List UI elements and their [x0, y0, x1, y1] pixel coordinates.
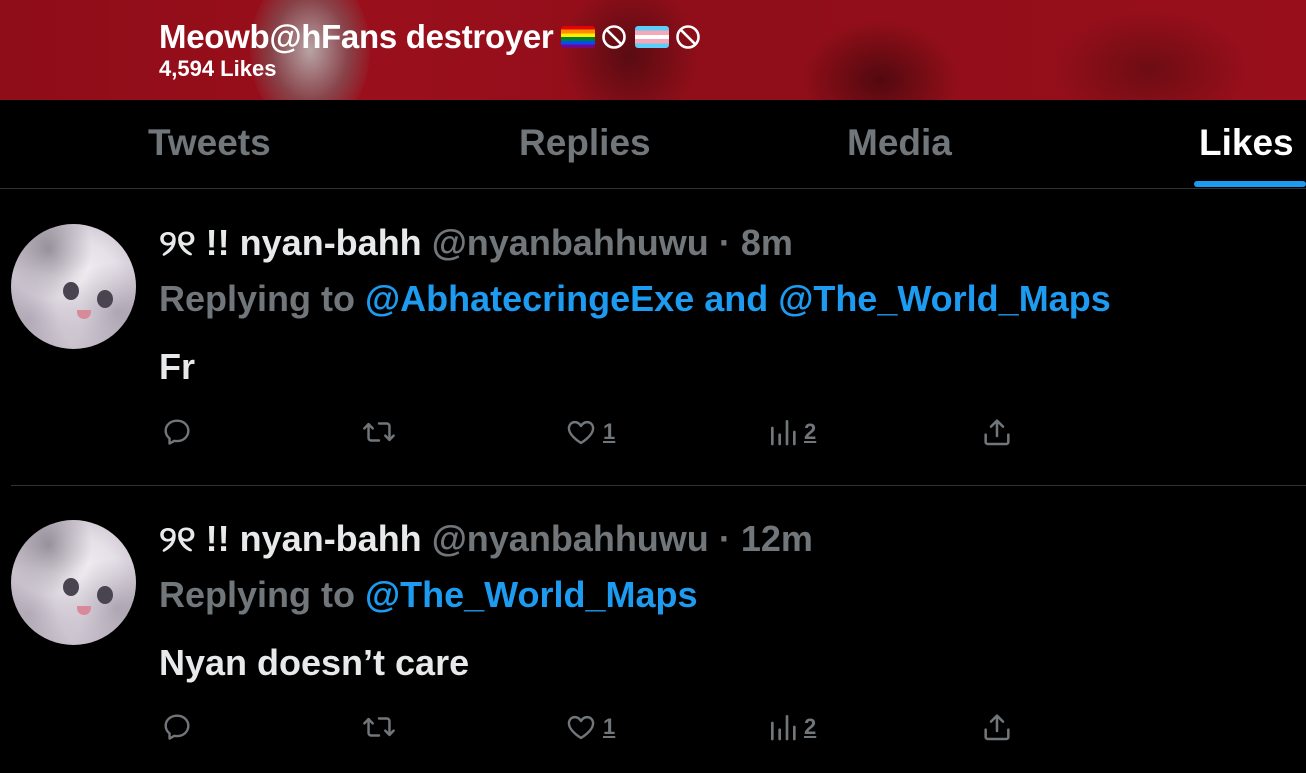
prohibited-icon	[676, 25, 701, 49]
tab-media[interactable]: Media	[847, 122, 952, 164]
reply-button[interactable]	[161, 416, 193, 448]
active-tab-indicator	[1194, 181, 1306, 187]
trans-flag-icon	[635, 26, 670, 48]
view-count: 2	[804, 714, 817, 739]
views-button[interactable]: 2	[768, 416, 816, 448]
reply-button[interactable]	[161, 711, 193, 743]
retweet-icon	[363, 717, 395, 737]
views-icon	[771, 420, 796, 446]
like-button[interactable]: 1	[565, 416, 615, 448]
view-count: 2	[804, 419, 817, 444]
profile-tabs: Tweets Replies Media Likes	[0, 100, 1306, 189]
tweet-card[interactable]: ୨୧ !! nyan-bahh @nyanbahhuwu · 8m Replyi…	[0, 190, 1306, 485]
avatar[interactable]	[11, 224, 136, 349]
replying-prefix: Replying to	[159, 278, 355, 319]
replying-prefix: Replying to	[159, 574, 355, 615]
separator-dot: ·	[718, 222, 731, 263]
profile-name: Meowb@hFans destroyer	[159, 18, 554, 55]
tweet-text: Nyan doesn’t care	[159, 642, 470, 683]
tab-likes[interactable]: Likes	[1199, 122, 1294, 164]
handle[interactable]: @nyanbahhuwu	[432, 222, 709, 263]
share-icon	[984, 714, 1010, 741]
replying-to: Replying to @The_World_Maps	[159, 574, 698, 616]
avatar[interactable]	[11, 520, 136, 645]
like-count: 1	[603, 714, 616, 739]
tweet-text: Fr	[159, 346, 195, 387]
separator-dot: ·	[718, 518, 731, 559]
profile-name-row: Meowb@hFans destroyer	[159, 18, 701, 56]
tab-tweets[interactable]: Tweets	[148, 122, 271, 164]
tweet-meta: ୨୧ !! nyan-bahh @nyanbahhuwu · 8m	[159, 222, 793, 265]
tweet-meta: ୨୧ !! nyan-bahh @nyanbahhuwu · 12m	[159, 518, 813, 561]
display-name[interactable]: ୨୧ !! nyan-bahh	[159, 518, 422, 559]
handle[interactable]: @nyanbahhuwu	[432, 518, 709, 559]
share-icon	[984, 419, 1010, 446]
reply-mentions[interactable]: @The_World_Maps	[365, 574, 698, 615]
tweet-card[interactable]: ୨୧ !! nyan-bahh @nyanbahhuwu · 12m Reply…	[0, 486, 1306, 773]
reply-icon	[164, 714, 190, 740]
views-button[interactable]: 2	[768, 711, 816, 743]
like-count: 1	[603, 419, 616, 444]
heart-icon	[567, 715, 595, 740]
display-name[interactable]: ୨୧ !! nyan-bahh	[159, 222, 422, 263]
timestamp[interactable]: 8m	[741, 222, 793, 263]
retweet-icon	[363, 422, 395, 442]
prohibited-icon	[602, 25, 627, 49]
tab-replies[interactable]: Replies	[519, 122, 651, 164]
like-button[interactable]: 1	[565, 711, 615, 743]
heart-icon	[567, 420, 595, 445]
rainbow-flag-icon	[561, 26, 596, 48]
timestamp[interactable]: 12m	[741, 518, 813, 559]
reply-mentions[interactable]: @AbhatecringeExe and @The_World_Maps	[365, 278, 1111, 319]
replying-to: Replying to @AbhatecringeExe and @The_Wo…	[159, 278, 1111, 320]
likes-count: 4,594 Likes	[159, 56, 277, 81]
retweet-button[interactable]	[362, 711, 396, 743]
share-button[interactable]	[981, 416, 1013, 448]
profile-header-banner: Meowb@hFans destroyer 4,594 Likes	[0, 0, 1306, 100]
retweet-button[interactable]	[362, 416, 396, 448]
share-button[interactable]	[981, 711, 1013, 743]
views-icon	[771, 715, 796, 741]
reply-icon	[164, 419, 190, 445]
